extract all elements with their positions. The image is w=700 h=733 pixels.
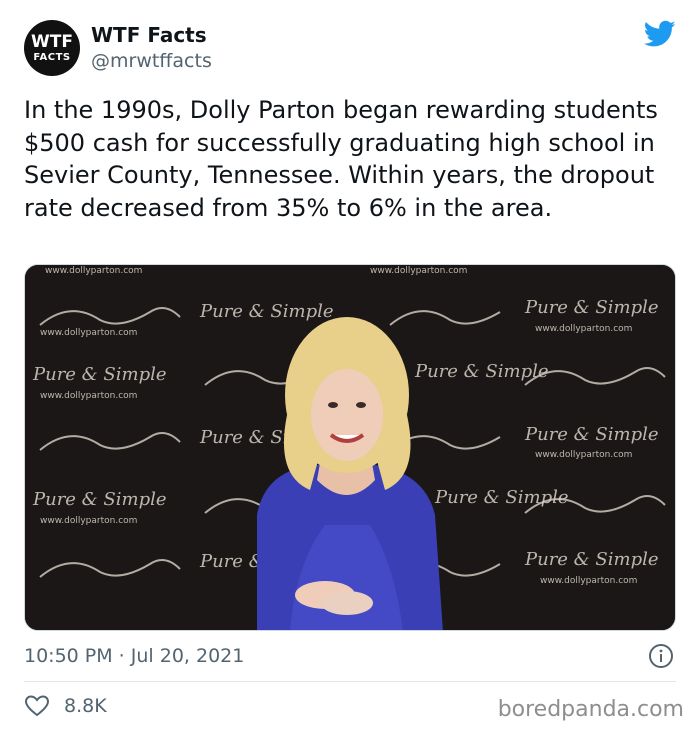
backdrop-brand-text: Pure & Simple [32,364,167,385]
avatar-text-line1: WTF [31,31,73,52]
backdrop-url-text: www.dollyparton.com [40,328,137,338]
backdrop-url-text: www.dollyparton.com [535,324,632,334]
backdrop-brand-text: Pure & Simple [414,361,549,382]
backdrop-brand-text: Pure & Simple [32,489,167,510]
avatar[interactable]: WTF FACTS [24,20,80,76]
avatar-text-line2: FACTS [33,51,71,63]
tweet-timestamp[interactable]: 10:50 PM · Jul 20, 2021 [24,645,244,667]
tweet-text: In the 1990s, Dolly Parton began rewardi… [24,96,658,222]
backdrop-url-text: www.dollyparton.com [535,450,632,460]
watermark: boredpanda.com [497,697,684,722]
like-count[interactable]: 8.8K [64,695,107,717]
tweet-photo[interactable]: www.dollyparton.com www.dollyparton.com … [24,264,676,631]
tweet-card: WTF FACTS WTF Facts @mrwtffacts In the 1… [0,0,700,733]
twitter-bird-icon[interactable] [644,20,676,48]
photo-illustration: www.dollyparton.com www.dollyparton.com … [25,265,675,630]
heart-icon[interactable] [24,694,50,718]
info-icon[interactable] [648,643,674,669]
author-handle[interactable]: @mrwtffacts [91,50,212,72]
backdrop-brand-text: Pure & Simple [524,549,659,570]
backdrop-brand-text: Pure & Simple [199,301,334,322]
author-name[interactable]: WTF Facts [91,23,207,47]
backdrop-url-text: www.dollyparton.com [40,391,137,401]
backdrop-brand-text: Pure & Simple [524,297,659,318]
backdrop-brand-text: Pure & Simple [434,487,569,508]
backdrop-url-text: www.dollyparton.com [540,576,637,586]
backdrop-brand-text: Pure & Simple [524,424,659,445]
backdrop-url-text: www.dollyparton.com [370,266,467,276]
backdrop-url-text: www.dollyparton.com [45,266,142,276]
backdrop-url-text: www.dollyparton.com [40,516,137,526]
divider [24,681,676,682]
